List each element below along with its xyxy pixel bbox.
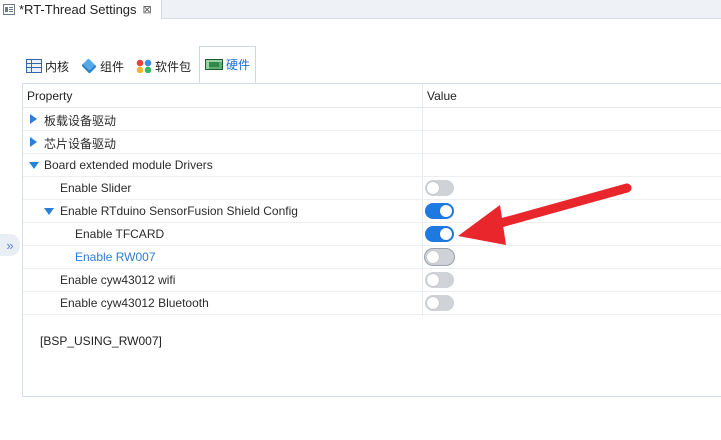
- sensorfusion-shield-toggle[interactable]: [425, 203, 454, 219]
- tree-row-sensorfusion-shield[interactable]: Enable RTduino SensorFusion Shield Confi…: [23, 200, 721, 223]
- editor-tab-title: *RT-Thread Settings: [19, 2, 137, 17]
- tab-hardware[interactable]: 硬件: [199, 46, 257, 84]
- tree-row-enable-slider[interactable]: Enable Slider: [23, 177, 721, 200]
- toggle-knob: [427, 251, 439, 263]
- cyw43012-wifi-toggle[interactable]: [425, 272, 454, 288]
- tab-label: 组件: [100, 59, 125, 74]
- column-header-property[interactable]: Property: [27, 89, 72, 103]
- collapse-arrow-icon[interactable]: [29, 162, 39, 169]
- toggle-knob: [440, 205, 452, 217]
- row-label: 板载设备驱动: [44, 114, 117, 128]
- settings-file-icon: [3, 4, 15, 15]
- close-icon[interactable]: ⊠: [143, 3, 152, 16]
- tab-label: 软件包: [155, 59, 192, 74]
- enable-rw007-toggle[interactable]: [425, 249, 454, 265]
- row-label: 芯片设备驱动: [44, 137, 117, 151]
- tree-row-enable-tfcard[interactable]: Enable TFCARD: [23, 223, 721, 246]
- tab-packages[interactable]: 软件包: [132, 49, 195, 83]
- grid-icon: [26, 59, 42, 73]
- tree-row-chip-drivers[interactable]: 芯片设备驱动: [23, 131, 721, 154]
- cube-icon: [81, 58, 97, 74]
- package-icon: [136, 59, 153, 73]
- collapse-arrow-icon[interactable]: [44, 208, 54, 215]
- enable-tfcard-toggle[interactable]: [425, 226, 454, 242]
- cyw43012-bluetooth-toggle[interactable]: [425, 295, 454, 311]
- toggle-knob: [427, 297, 439, 309]
- row-label: Enable RTduino SensorFusion Shield Confi…: [60, 204, 298, 218]
- column-header-value[interactable]: Value: [427, 89, 457, 103]
- expand-arrow-icon[interactable]: [30, 114, 37, 124]
- properties-panel: Property Value 板载设备驱动 芯片设备驱动 Board exten…: [22, 83, 721, 397]
- tab-components[interactable]: 组件: [77, 49, 128, 83]
- row-label: Board extended module Drivers: [44, 158, 213, 172]
- row-label: Enable cyw43012 wifi: [60, 273, 176, 287]
- editor-tab-rt-thread-settings[interactable]: *RT-Thread Settings ⊠: [0, 0, 162, 19]
- tab-label: 内核: [45, 59, 70, 74]
- toggle-knob: [427, 182, 439, 194]
- category-tabs: 内核 组件 软件包 硬件: [22, 45, 260, 84]
- board-icon: [205, 59, 224, 70]
- expand-arrow-icon[interactable]: [30, 137, 37, 147]
- row-label: Enable TFCARD: [75, 227, 165, 241]
- tab-kernel[interactable]: 内核: [22, 49, 73, 83]
- tree-row-cyw43012-bluetooth[interactable]: Enable cyw43012 Bluetooth: [23, 292, 721, 315]
- tree-row-onboard-drivers[interactable]: 板载设备驱动: [23, 108, 721, 131]
- grid-header: Property Value: [23, 84, 721, 108]
- tree-row-cyw43012-wifi[interactable]: Enable cyw43012 wifi: [23, 269, 721, 292]
- toggle-knob: [427, 274, 439, 286]
- option-description: [BSP_USING_RW007]: [40, 334, 162, 348]
- editor-tab-bar: *RT-Thread Settings ⊠: [0, 0, 721, 19]
- tree-row-extended-module-drivers[interactable]: Board extended module Drivers: [23, 154, 721, 177]
- toggle-knob: [440, 228, 452, 240]
- tree-row-enable-rw007[interactable]: Enable RW007: [23, 246, 721, 269]
- row-label: Enable cyw43012 Bluetooth: [60, 296, 209, 310]
- row-label: Enable Slider: [60, 181, 132, 195]
- enable-slider-toggle[interactable]: [425, 180, 454, 196]
- row-label: Enable RW007: [75, 250, 156, 264]
- expand-sidebar-button[interactable]: »: [0, 234, 20, 256]
- tab-label: 硬件: [226, 58, 251, 72]
